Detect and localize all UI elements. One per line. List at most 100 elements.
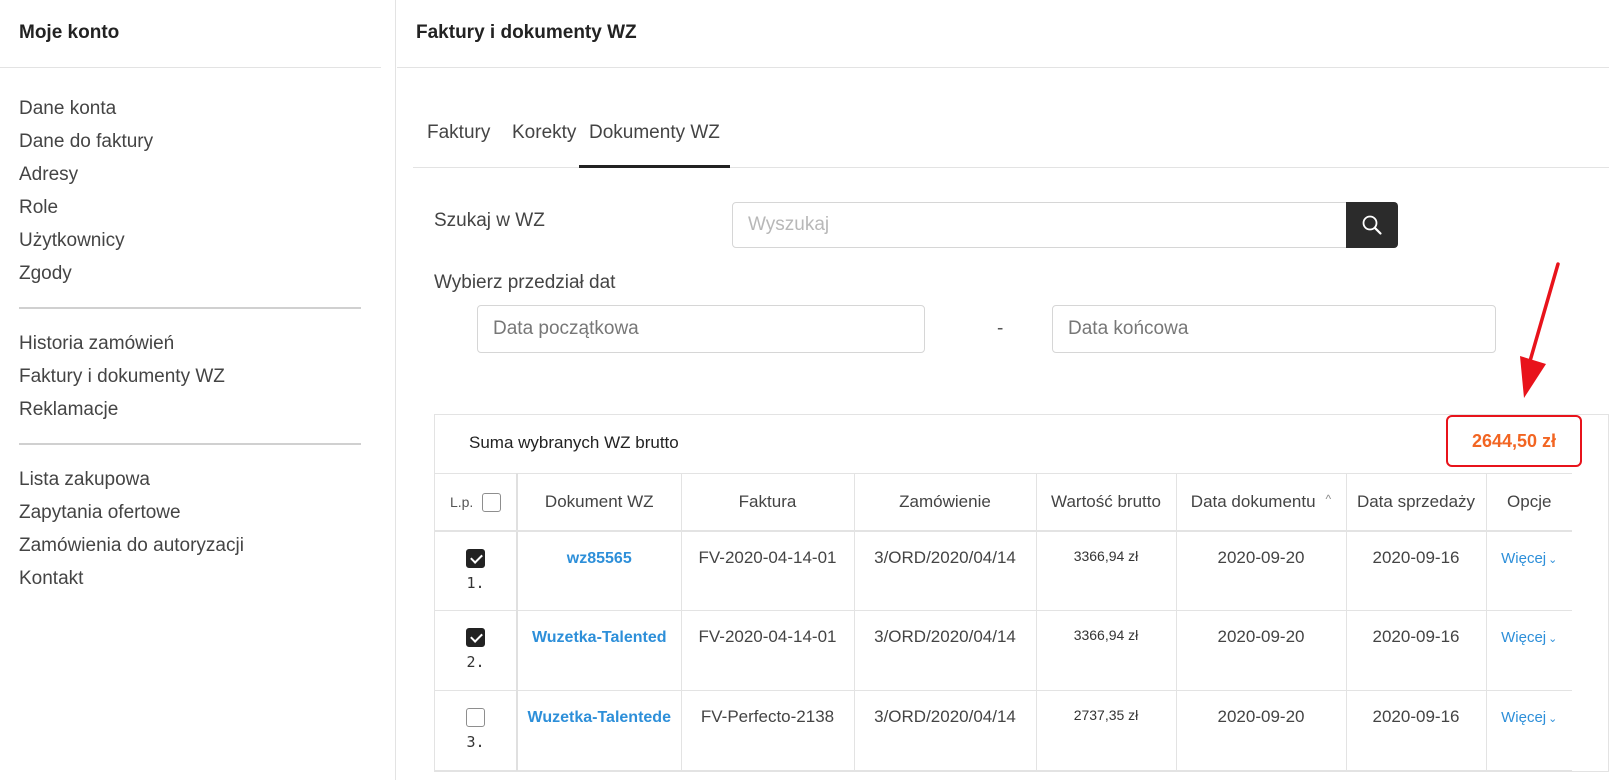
summary-value: 2644,50 zł xyxy=(1446,415,1582,467)
tabs: Faktury Korekty Dokumenty WZ xyxy=(413,104,1609,168)
header-data-dokumentu-label: Data dokumentu xyxy=(1190,491,1316,511)
page-title: Faktury i dokumenty WZ xyxy=(397,0,1609,68)
row-doc-cell: Wuzetka-Talentede xyxy=(517,690,682,771)
table-header-row: L.p. Dokument WZ Faktura Zamówienie Wart… xyxy=(435,473,1572,532)
nav-item-dane-konta[interactable]: Dane konta xyxy=(19,92,395,125)
header-data-sprzedazy[interactable]: Data sprzedaży xyxy=(1346,473,1487,532)
tab-dokumenty-wz[interactable]: Dokumenty WZ xyxy=(579,122,730,168)
search-icon xyxy=(1362,215,1382,235)
search-button[interactable] xyxy=(1346,202,1398,248)
more-options-label: Więcej xyxy=(1501,629,1547,646)
row-checkbox[interactable] xyxy=(466,548,485,568)
date-range-label: Wybierz przedział dat xyxy=(434,272,616,293)
row-sale-date: 2020-09-16 xyxy=(1346,690,1487,771)
row-sale-date: 2020-09-16 xyxy=(1346,530,1487,611)
nav-item-zapytania-ofertowe[interactable]: Zapytania ofertowe xyxy=(19,496,395,529)
search-input[interactable] xyxy=(733,203,1346,247)
row-order: 3/ORD/2020/04/14 xyxy=(854,610,1037,691)
table-row: 3. Wuzetka-Talentede FV-Perfecto-2138 3/… xyxy=(435,690,1572,771)
sort-asc-icon: ^ xyxy=(1325,491,1332,506)
nav-item-reklamacje[interactable]: Reklamacje xyxy=(19,393,395,426)
row-doc-cell: Wuzetka-Talented xyxy=(517,610,682,691)
nav-group-account: Dane konta Dane do faktury Adresy Role U… xyxy=(0,68,395,290)
row-invoice: FV-Perfecto-2138 xyxy=(681,690,855,771)
date-separator: - xyxy=(997,318,1004,339)
select-all-checkbox[interactable] xyxy=(482,492,502,512)
tab-faktury[interactable]: Faktury xyxy=(427,122,490,168)
row-checkbox[interactable] xyxy=(466,708,485,728)
header-zamowienie[interactable]: Zamówienie xyxy=(854,473,1037,532)
nav-group-orders: Historia zamówień Faktury i dokumenty WZ… xyxy=(0,327,395,426)
table-row: 1. wz85565 FV-2020-04-14-01 3/ORD/2020/0… xyxy=(435,530,1572,611)
summary-label: Suma wybranych WZ brutto xyxy=(469,433,679,452)
row-doc-date: 2020-09-20 xyxy=(1176,610,1347,691)
row-order: 3/ORD/2020/04/14 xyxy=(854,530,1037,611)
search-label: Szukaj w WZ xyxy=(434,210,545,231)
row-order: 3/ORD/2020/04/14 xyxy=(854,690,1037,771)
header-opcje: Opcje xyxy=(1486,473,1572,532)
more-options-link[interactable]: Więcej ⌄ xyxy=(1501,709,1557,726)
nav-item-adresy[interactable]: Adresy xyxy=(19,158,395,191)
row-value: 2737,35 zł xyxy=(1036,690,1177,771)
row-invoice: FV-2020-04-14-01 xyxy=(681,610,855,691)
more-options-link[interactable]: Więcej ⌄ xyxy=(1501,629,1557,646)
nav-divider xyxy=(19,443,361,445)
wz-table-panel: Suma wybranych WZ brutto 2644,50 zł L.p.… xyxy=(434,414,1609,772)
header-wartosc-brutto[interactable]: Wartość brutto xyxy=(1036,473,1177,532)
sidebar: Moje konto Dane konta Dane do faktury Ad… xyxy=(0,0,396,780)
row-number: 1. xyxy=(466,573,485,592)
row-options-cell: Więcej ⌄ xyxy=(1486,610,1572,691)
nav-item-faktury-wz[interactable]: Faktury i dokumenty WZ xyxy=(19,360,395,393)
more-options-label: Więcej xyxy=(1501,709,1547,726)
annotation-arrow-icon xyxy=(1520,262,1560,398)
search-field xyxy=(732,202,1347,248)
nav-item-dane-do-faktury[interactable]: Dane do faktury xyxy=(19,125,395,158)
row-options-cell: Więcej ⌄ xyxy=(1486,690,1572,771)
row-number: 3. xyxy=(466,733,485,752)
nav-item-uzytkownicy[interactable]: Użytkownicy xyxy=(19,224,395,257)
row-checkbox[interactable] xyxy=(466,628,485,648)
row-value: 3366,94 zł xyxy=(1036,610,1177,691)
row-doc-date: 2020-09-20 xyxy=(1176,530,1347,611)
more-options-label: Więcej xyxy=(1501,549,1547,567)
nav-item-role[interactable]: Role xyxy=(19,191,395,224)
header-lp: L.p. xyxy=(435,473,518,532)
row-doc-date: 2020-09-20 xyxy=(1176,690,1347,771)
row-invoice: FV-2020-04-14-01 xyxy=(681,530,855,611)
row-doc-cell: wz85565 xyxy=(517,530,682,611)
more-options-link[interactable]: Więcej ⌄ xyxy=(1501,550,1557,567)
nav-item-kontakt[interactable]: Kontakt xyxy=(19,562,395,595)
row-sale-date: 2020-09-16 xyxy=(1346,610,1487,691)
sidebar-title: Moje konto xyxy=(0,0,381,68)
nav-group-other: Lista zakupowa Zapytania ofertowe Zamówi… xyxy=(0,463,395,595)
start-date-input[interactable] xyxy=(478,306,924,352)
row-value: 3366,94 zł xyxy=(1036,530,1177,611)
nav-divider xyxy=(19,307,361,309)
chevron-down-icon: ⌄ xyxy=(1548,633,1558,645)
doc-link[interactable]: wz85565 xyxy=(567,550,632,567)
chevron-down-icon: ⌄ xyxy=(1548,553,1558,566)
row-lp-cell: 1. xyxy=(435,530,518,611)
doc-link[interactable]: Wuzetka-Talented xyxy=(532,629,667,646)
header-data-dokumentu[interactable]: Data dokumentu ^ xyxy=(1176,473,1347,532)
table-row: 2. Wuzetka-Talented FV-2020-04-14-01 3/O… xyxy=(435,610,1572,691)
chevron-down-icon: ⌄ xyxy=(1548,713,1558,725)
nav-item-historia-zamowien[interactable]: Historia zamówień xyxy=(19,327,395,360)
nav-item-zgody[interactable]: Zgody xyxy=(19,257,395,290)
nav-item-lista-zakupowa[interactable]: Lista zakupowa xyxy=(19,463,395,496)
header-faktura[interactable]: Faktura xyxy=(681,473,855,532)
header-dokument-wz[interactable]: Dokument WZ xyxy=(517,473,682,532)
main-content: Faktury i dokumenty WZ Faktury Korekty D… xyxy=(397,0,1609,780)
doc-link[interactable]: Wuzetka-Talentede xyxy=(528,709,671,726)
wz-table: L.p. Dokument WZ Faktura Zamówienie Wart… xyxy=(435,473,1572,771)
start-date-field xyxy=(477,305,925,353)
row-number: 2. xyxy=(466,653,485,672)
end-date-input[interactable] xyxy=(1053,306,1495,352)
tab-korekty[interactable]: Korekty xyxy=(512,122,576,168)
end-date-field xyxy=(1052,305,1496,353)
row-lp-cell: 2. xyxy=(435,610,518,691)
row-lp-cell: 3. xyxy=(435,690,518,771)
header-lp-label: L.p. xyxy=(449,493,474,510)
row-options-cell: Więcej ⌄ xyxy=(1486,530,1572,611)
nav-item-zamowienia-autoryzacji[interactable]: Zamówienia do autoryzacji xyxy=(19,529,395,562)
